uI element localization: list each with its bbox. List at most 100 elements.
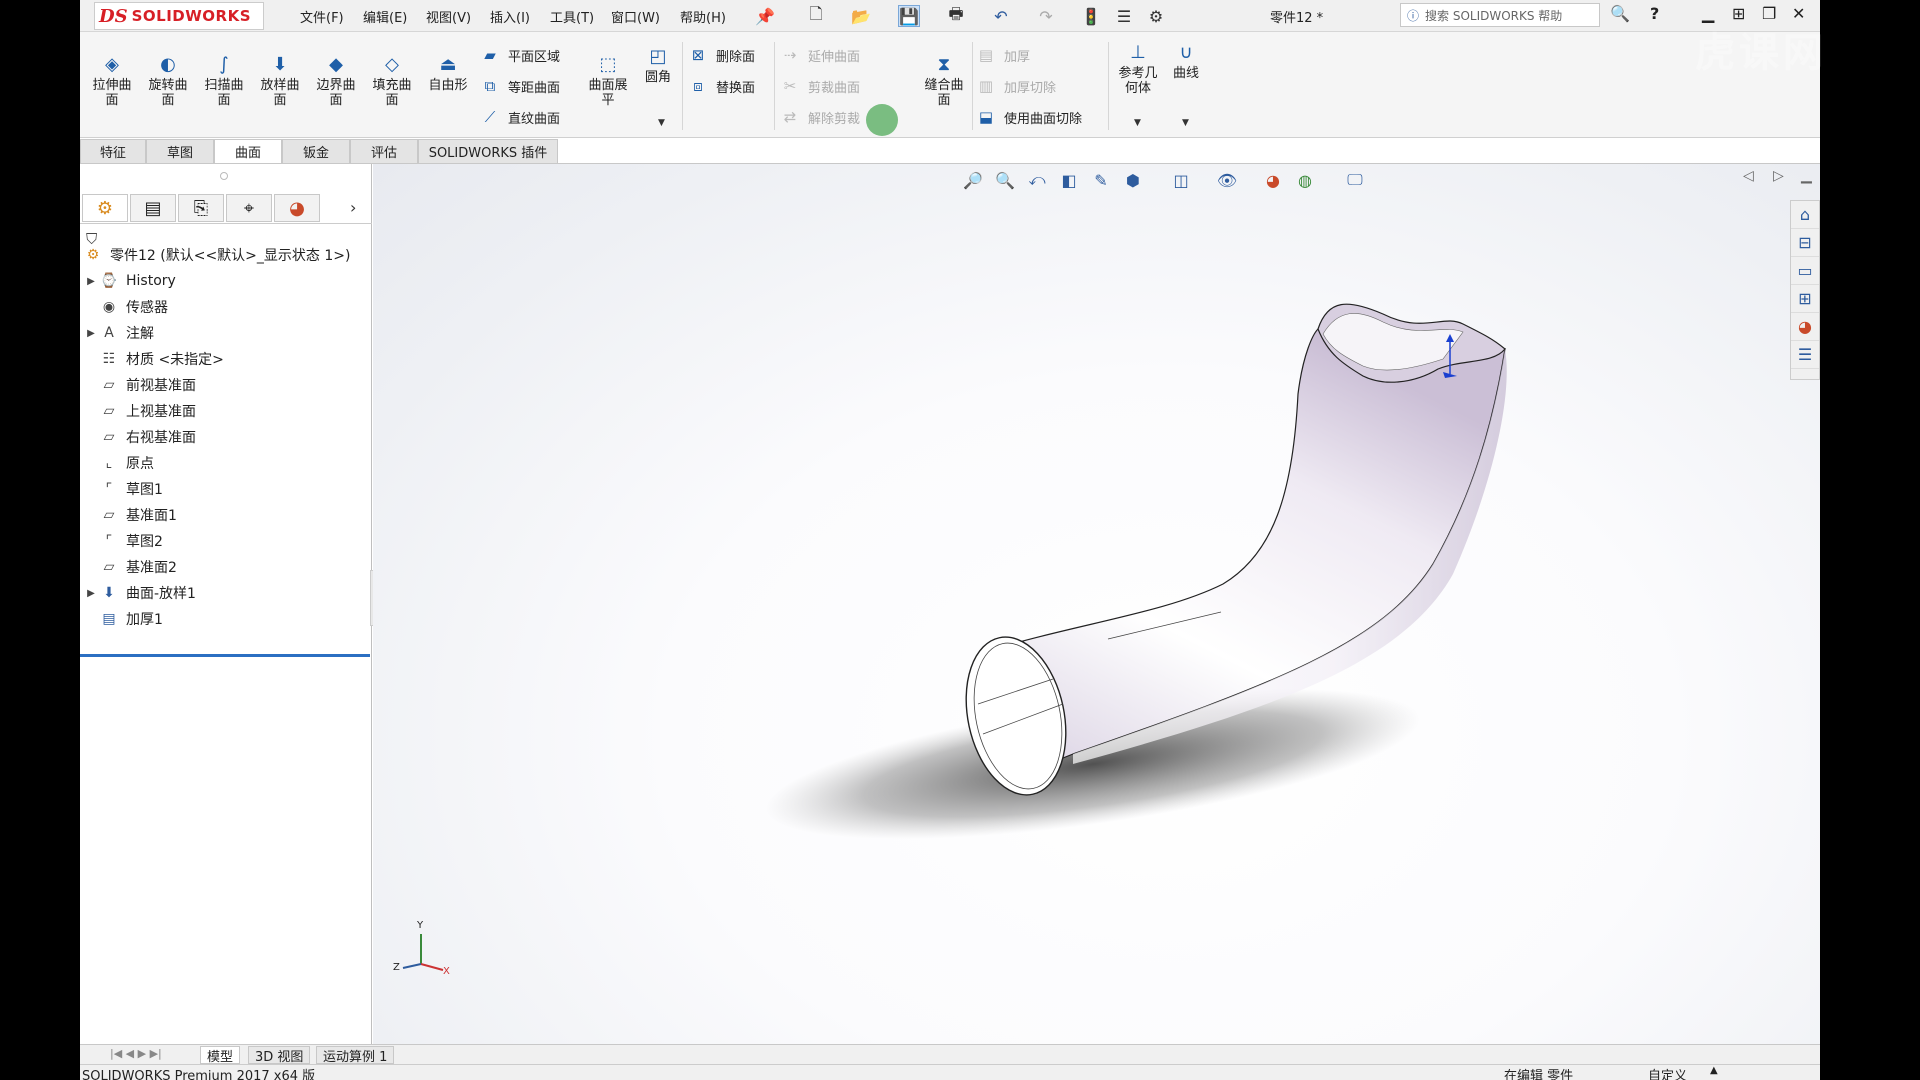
curves-dropdown-icon[interactable]: ▼ (1182, 118, 1189, 128)
tree-item-label: 草图2 (126, 534, 163, 550)
tab-scroll-arrows-icon[interactable]: |◀ ◀ ▶ ▶| (110, 1047, 162, 1060)
boundary-surface-button[interactable]: ◆ 边界曲 面 (310, 52, 362, 108)
tree-item-material[interactable]: ☷ 材质 <未指定> (84, 346, 224, 372)
tab-model[interactable]: 模型 (200, 1046, 241, 1065)
tree-item-front-plane[interactable]: ▱ 前视基准面 (84, 372, 196, 398)
solidworks-logo[interactable]: DS SOLIDWORKS (94, 2, 264, 30)
untrim-surface-icon: ⇄ (783, 108, 797, 126)
untrim-surface-button[interactable]: ⇄ 解除剪裁 (780, 104, 860, 130)
tree-item-sketch2[interactable]: ⌜ 草图2 (84, 528, 163, 554)
thickened-cut-button[interactable]: ▥ 加厚切除 (976, 73, 1056, 99)
tree-item-top-plane[interactable]: ▱ 上视基准面 (84, 398, 196, 424)
thicken-label: 加厚 (1004, 49, 1031, 65)
undo-icon[interactable]: ↶ (990, 5, 1012, 27)
extend-surface-button[interactable]: ⇢ 延伸曲面 (780, 42, 860, 68)
print-icon[interactable]: 🖶 (945, 4, 967, 27)
freeform-label: 自由形 (428, 78, 468, 93)
unit-dropdown-icon[interactable]: ▲ (1710, 1065, 1718, 1076)
rebuild-icon[interactable]: 🚦 (1080, 5, 1102, 27)
tree-item-right-plane[interactable]: ▱ 右视基准面 (84, 424, 196, 450)
pipe-model[interactable] (373, 164, 1820, 1044)
tree-item-history[interactable]: ▶ ⌚ History (84, 268, 176, 294)
lofted-surface-button[interactable]: ⬇ 放样曲 面 (254, 52, 306, 108)
tree-item-surface-loft1[interactable]: ▶ ⬇ 曲面-放样1 (84, 580, 196, 606)
history-icon: ⌚ (100, 273, 118, 289)
tree-item-annotations[interactable]: ▶ A 注解 (84, 320, 154, 346)
reference-geometry-button[interactable]: ⊥ 参考几 何体 (1112, 40, 1164, 96)
curves-button[interactable]: ∪ 曲线 (1160, 40, 1212, 81)
tab-surfaces[interactable]: 曲面 (214, 139, 282, 163)
tree-item-sensors[interactable]: ◉ 传感器 (84, 294, 168, 320)
trim-surface-button[interactable]: ✂ 剪裁曲面 (780, 73, 860, 99)
chevron-right-icon[interactable]: › (350, 198, 356, 217)
menu-view[interactable]: 视图(V) (426, 7, 471, 26)
reference-geometry-dropdown-icon[interactable]: ▼ (1134, 118, 1141, 128)
tab-features[interactable]: 特征 (80, 139, 146, 163)
revolved-surface-button[interactable]: ◐ 旋转曲 面 (142, 52, 194, 108)
thicken-button[interactable]: ▤ 加厚 (976, 42, 1030, 68)
open-icon[interactable]: 📂 (850, 5, 872, 27)
cut-with-surface-button[interactable]: ⬓ 使用曲面切除 (976, 104, 1082, 130)
menu-edit[interactable]: 编辑(E) (363, 7, 407, 26)
planar-surface-button[interactable]: ▰ 平面区域 (480, 42, 560, 68)
tab-sketch[interactable]: 草图 (146, 139, 214, 163)
display-manager-tab-icon[interactable]: ◕ (274, 194, 320, 222)
offset-surface-icon: ⧉ (484, 77, 496, 95)
expand-arrow-icon[interactable]: ▶ (84, 588, 98, 599)
configuration-manager-tab-icon[interactable]: ⎘ (178, 194, 224, 222)
options-gear-icon[interactable]: ⚙ (1145, 5, 1167, 27)
tree-item-thicken1[interactable]: ▤ 加厚1 (84, 606, 163, 632)
rollback-bar[interactable] (80, 654, 370, 657)
tree-item-plane1[interactable]: ▱ 基准面1 (84, 502, 177, 528)
new-document-icon[interactable]: 🗋 (805, 4, 827, 27)
menu-file[interactable]: 文件(F) (300, 7, 344, 26)
swept-surface-button[interactable]: ∫ 扫描曲 面 (198, 52, 250, 108)
replace-face-button[interactable]: ⧈ 替换面 (688, 73, 755, 99)
tab-evaluate[interactable]: 评估 (350, 139, 418, 163)
panel-handle-icon[interactable] (220, 172, 228, 180)
tree-item-label: 传感器 (126, 300, 168, 316)
graphics-area[interactable]: 🔎 🔍 ⤺ ◧ ✎ ⬢ ◫ 👁 ◕ ◍ 🖵 ◁ ▷ ▁ ❐ ✕ ⌂ ⊟ ▭ ⊞ … (373, 164, 1820, 1044)
filled-surface-label: 填充曲 面 (372, 78, 412, 108)
delete-face-label: 删除面 (716, 49, 756, 65)
tree-item-sketch1[interactable]: ⌜ 草图1 (84, 476, 163, 502)
tree-item-label: 曲面-放样1 (126, 586, 196, 602)
delete-face-button[interactable]: ⊠ 删除面 (688, 42, 755, 68)
search-icon[interactable]: 🔍 (1610, 4, 1630, 23)
dimxpert-manager-tab-icon[interactable]: ⌖ (226, 194, 272, 222)
menu-window[interactable]: 窗口(W) (611, 7, 660, 26)
tab-sheet-metal[interactable]: 钣金 (282, 139, 350, 163)
ruled-surface-button[interactable]: ⟋ 直纹曲面 (480, 104, 560, 130)
offset-surface-button[interactable]: ⧉ 等距曲面 (480, 73, 560, 99)
menu-help[interactable]: 帮助(H) (680, 7, 726, 26)
fillet-button[interactable]: ◰ 圆角 (632, 44, 684, 85)
expand-arrow-icon[interactable]: ▶ (84, 276, 98, 287)
pin-icon[interactable]: 📌 (754, 5, 776, 27)
sketch-icon: ⌜ (105, 533, 113, 549)
tab-solidworks-addins[interactable]: SOLIDWORKS 插件 (418, 139, 558, 163)
freeform-button[interactable]: ⏏ 自由形 (422, 52, 474, 93)
help-question-icon[interactable]: ? (1650, 4, 1659, 23)
extruded-surface-button[interactable]: ◈ 拉伸曲 面 (86, 52, 138, 108)
tree-item-origin[interactable]: ⌞ 原点 (84, 450, 154, 476)
menu-insert[interactable]: 插入(I) (490, 7, 530, 26)
unit-system-selector[interactable]: 自定义 (1648, 1065, 1687, 1080)
fillet-dropdown-icon[interactable]: ▼ (658, 118, 665, 128)
click-highlight (866, 104, 898, 136)
expand-arrow-icon[interactable]: ▶ (84, 328, 98, 339)
tab-3d-view[interactable]: 3D 视图 (248, 1046, 311, 1065)
surface-flatten-button[interactable]: ⬚ 曲面展 平 (582, 52, 634, 108)
menu-tools[interactable]: 工具(T) (550, 7, 594, 26)
trim-surface-label: 剪裁曲面 (808, 80, 861, 96)
tree-item-plane2[interactable]: ▱ 基准面2 (84, 554, 177, 580)
redo-icon[interactable]: ↷ (1035, 5, 1057, 27)
knit-surface-button[interactable]: ⧗ 缝合曲 面 (918, 52, 970, 108)
save-icon[interactable]: 💾 (898, 5, 920, 27)
tab-motion-study[interactable]: 运动算例 1 (316, 1046, 395, 1065)
filled-surface-button[interactable]: ◇ 填充曲 面 (366, 52, 418, 108)
property-manager-tab-icon[interactable]: ▤ (130, 194, 176, 222)
tree-root[interactable]: ⚙ 零件12 (默认<<默认>_显示状态 1>) (82, 242, 351, 268)
feature-manager-tab-icon[interactable]: ⚙ (82, 194, 128, 222)
help-search-box[interactable]: ⓘ 搜索 SOLIDWORKS 帮助 (1400, 3, 1600, 27)
file-properties-icon[interactable]: ☰ (1113, 5, 1135, 27)
